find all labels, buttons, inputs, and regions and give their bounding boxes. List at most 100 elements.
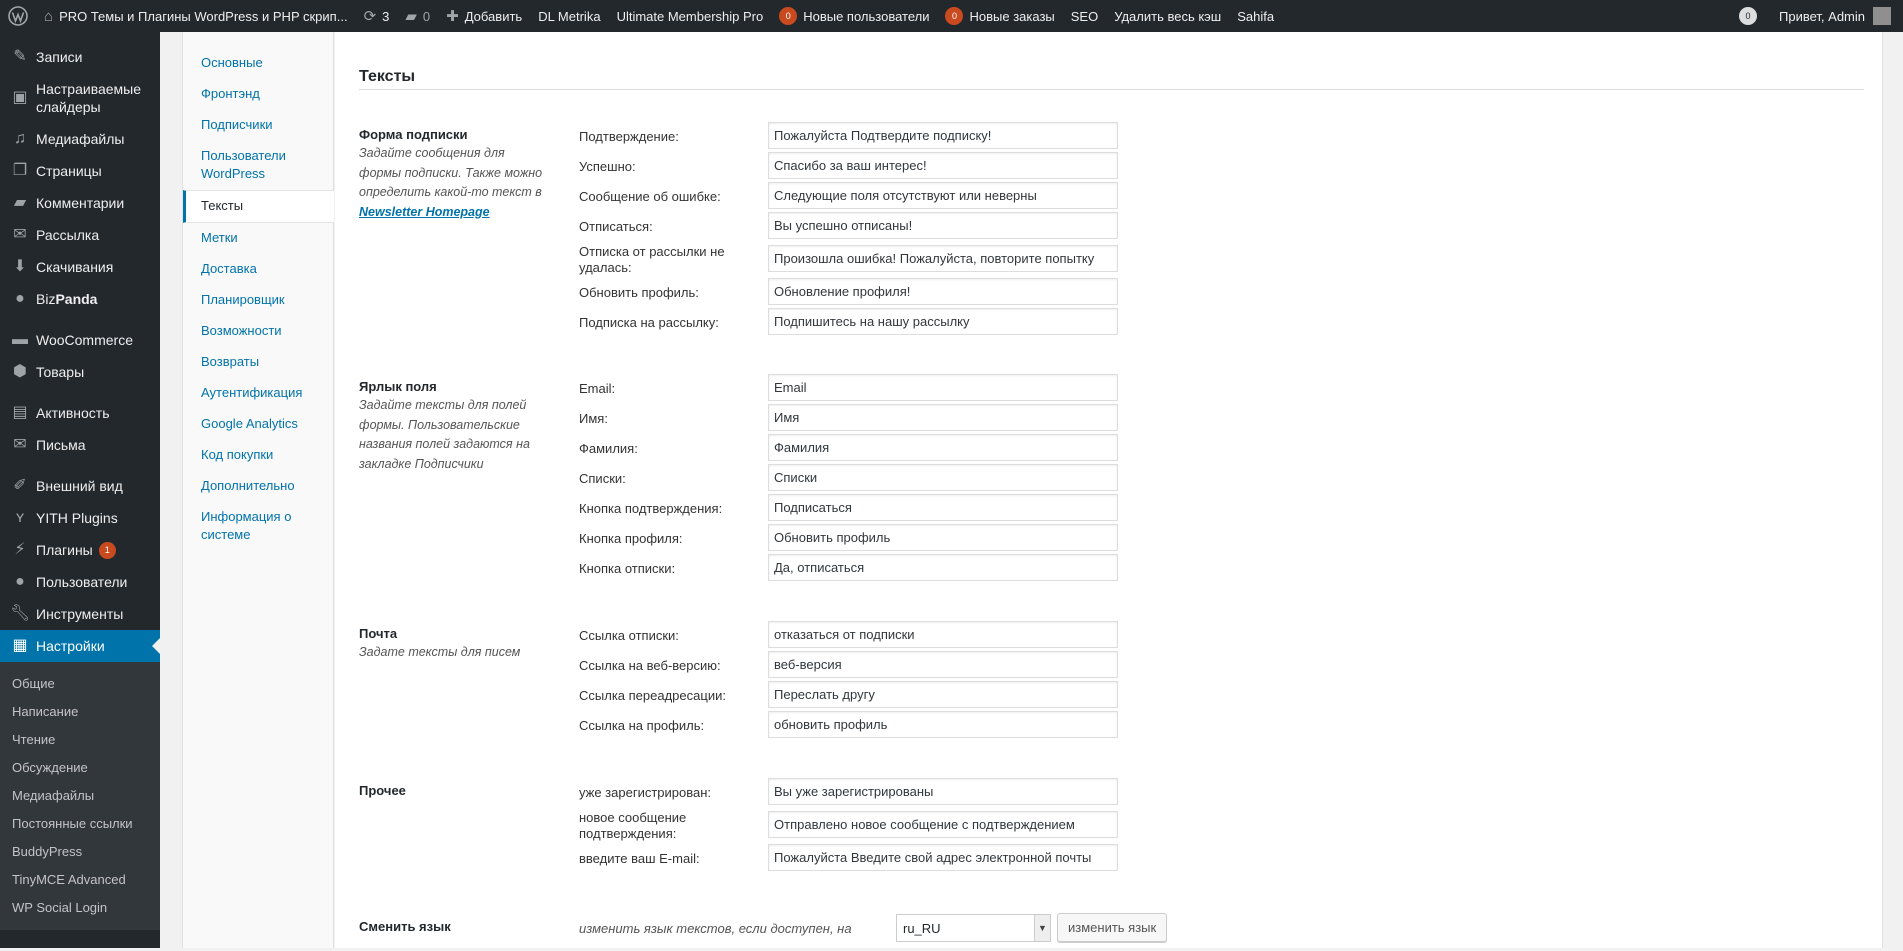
- lists-label-input[interactable]: [768, 464, 1118, 491]
- nav-general[interactable]: Основные: [183, 48, 333, 79]
- panda-icon: ●: [15, 290, 25, 307]
- dl-metrika-link[interactable]: DL Metrika: [530, 0, 608, 32]
- menu-label: Товары: [36, 364, 85, 380]
- menu-item-appearance[interactable]: ✐ Внешний вид: [0, 470, 160, 502]
- error-message-input[interactable]: [768, 182, 1118, 209]
- surname-label-input[interactable]: [768, 434, 1118, 461]
- change-language-button[interactable]: изменить язык: [1057, 913, 1168, 942]
- site-name: PRO Темы и Плагины WordPress и PHP скрип…: [59, 8, 348, 24]
- newsletter-homepage-link[interactable]: Newsletter Homepage: [359, 205, 490, 219]
- menu-item-plugins[interactable]: ⚡ Плагины 1: [0, 534, 160, 566]
- add-new-link[interactable]: ✚ Добавить: [438, 0, 530, 32]
- submenu-general[interactable]: Общие: [0, 670, 160, 698]
- submenu-buddypress[interactable]: BuddyPress: [0, 838, 160, 866]
- page-icon: ❐: [12, 162, 28, 179]
- new-confirmation-input[interactable]: [768, 811, 1118, 838]
- menu-item-emails[interactable]: ✉ Письма: [0, 429, 160, 461]
- comment-icon: ▰: [13, 194, 27, 211]
- field-label: Отписка от рассылки не удалась:: [579, 243, 725, 275]
- submenu-permalinks[interactable]: Постоянные ссылки: [0, 810, 160, 838]
- menu-item-media[interactable]: ♫ Медиафайлы: [0, 123, 160, 155]
- field-label: Ссылка отписки:: [579, 627, 679, 643]
- enter-email-input[interactable]: [768, 844, 1118, 871]
- menu-item-posts[interactable]: ✎ Записи: [0, 41, 160, 73]
- menu-item-sliders[interactable]: ▣ Настраиваемые слайдеры: [0, 73, 160, 123]
- forward-link-input[interactable]: [768, 681, 1118, 708]
- menu-item-bizpanda[interactable]: ● Biz Panda: [0, 283, 160, 315]
- pin-icon: ✎: [13, 48, 27, 65]
- theme-link[interactable]: Sahifa: [1229, 0, 1282, 32]
- already-registered-input[interactable]: [768, 778, 1118, 805]
- nav-bounces[interactable]: Возвраты: [183, 347, 333, 378]
- profile-link-input[interactable]: [768, 711, 1118, 738]
- unsubscribe-failed-input[interactable]: [768, 245, 1118, 272]
- mail-icon: ✉: [13, 226, 27, 243]
- menu-item-comments[interactable]: ▰ Комментарии: [0, 187, 160, 219]
- confirm-button-label-input[interactable]: [768, 494, 1118, 521]
- menu-item-settings[interactable]: ▦ Настройки: [0, 630, 160, 662]
- language-select[interactable]: ru_RU ▼: [896, 914, 1051, 942]
- nav-authentication[interactable]: Аутентификация: [183, 378, 333, 409]
- woo-icon: ▬: [12, 331, 28, 348]
- submenu-reading[interactable]: Чтение: [0, 726, 160, 754]
- nav-purchase-code[interactable]: Код покупки: [183, 440, 333, 471]
- menu-label: Скачивания: [36, 259, 114, 275]
- profile-button-label-input[interactable]: [768, 524, 1118, 551]
- name-label-input[interactable]: [768, 404, 1118, 431]
- download-icon: ⬇: [13, 258, 27, 275]
- web-version-link-input[interactable]: [768, 651, 1118, 678]
- menu-item-products[interactable]: ⬢ Товары: [0, 356, 160, 388]
- menu-item-users[interactable]: ● Пользователи: [0, 566, 160, 598]
- menu-item-activity[interactable]: ▤ Активность: [0, 397, 160, 429]
- clear-cache-link[interactable]: Удалить весь кэш: [1106, 0, 1229, 32]
- seo-link[interactable]: SEO: [1063, 0, 1106, 32]
- subscribe-newsletter-input[interactable]: [768, 308, 1118, 335]
- menu-item-downloads[interactable]: ⬇ Скачивания: [0, 251, 160, 283]
- nav-tags[interactable]: Метки: [183, 223, 333, 254]
- menu-item-yith[interactable]: ʏ YITH Plugins: [0, 502, 160, 534]
- nav-subscribers[interactable]: Подписчики: [183, 110, 333, 141]
- menu-label: Инструменты: [36, 606, 124, 622]
- email-label-input[interactable]: [768, 374, 1118, 401]
- nav-capabilities[interactable]: Возможности: [183, 316, 333, 347]
- submenu-writing[interactable]: Написание: [0, 698, 160, 726]
- avatar: [1873, 7, 1891, 25]
- submenu-social-login[interactable]: WP Social Login: [0, 894, 160, 922]
- nav-system-info[interactable]: Информация о системе: [183, 502, 333, 551]
- nav-scheduler[interactable]: Планировщик: [183, 285, 333, 316]
- nav-wp-users[interactable]: Пользователи WordPress: [183, 141, 333, 190]
- menu-item-newsletter[interactable]: ✉ Рассылка: [0, 219, 160, 251]
- success-input[interactable]: [768, 152, 1118, 179]
- my-account-link[interactable]: Привет, Admin: [1771, 0, 1903, 32]
- unsubscribe-input[interactable]: [768, 212, 1118, 239]
- field-label: Подписка на рассылку:: [579, 314, 719, 330]
- new-orders-link[interactable]: 0 Новые заказы: [937, 0, 1062, 32]
- update-profile-input[interactable]: [768, 278, 1118, 305]
- box-icon: ⬢: [13, 363, 27, 380]
- submenu-discussion[interactable]: Обсуждение: [0, 754, 160, 782]
- site-name-link[interactable]: ⌂ PRO Темы и Плагины WordPress и PHP скр…: [36, 0, 356, 32]
- menu-item-woocommerce[interactable]: ▬ WooCommerce: [0, 324, 160, 356]
- submenu-media[interactable]: Медиафайлы: [0, 782, 160, 810]
- confirmation-input[interactable]: [768, 122, 1118, 149]
- field-label: Отписаться:: [579, 218, 653, 234]
- menu-item-pages[interactable]: ❐ Страницы: [0, 155, 160, 187]
- nav-delivery[interactable]: Доставка: [183, 254, 333, 285]
- ultimate-membership-link[interactable]: Ultimate Membership Pro: [609, 0, 772, 32]
- menu-label: Настройки: [36, 638, 105, 654]
- nav-texts[interactable]: Тексты: [183, 190, 334, 223]
- new-orders-label: Новые заказы: [969, 8, 1055, 24]
- updates-link[interactable]: ⟳ 3: [356, 0, 398, 32]
- notifications-link[interactable]: 0: [1731, 0, 1771, 32]
- comments-link[interactable]: ▰ 0: [397, 0, 438, 32]
- new-users-link[interactable]: 0 Новые пользователи: [771, 0, 937, 32]
- nav-google-analytics[interactable]: Google Analytics: [183, 409, 333, 440]
- nav-advanced[interactable]: Дополнительно: [183, 471, 333, 502]
- menu-item-tools[interactable]: 🔧︎ Инструменты: [0, 598, 160, 630]
- unsubscribe-link-input[interactable]: [768, 621, 1118, 648]
- nav-frontend[interactable]: Фронтэнд: [183, 79, 333, 110]
- field-label: Фамилия:: [579, 440, 638, 456]
- unsubscribe-button-label-input[interactable]: [768, 554, 1118, 581]
- submenu-tinymce[interactable]: TinyMCE Advanced: [0, 866, 160, 894]
- wordpress-logo-icon[interactable]: [0, 0, 36, 32]
